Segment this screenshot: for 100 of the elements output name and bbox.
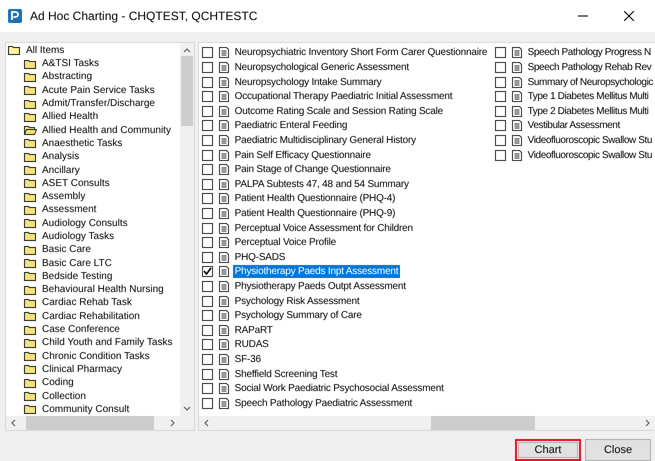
form-item[interactable]: Occupational Therapy Paediatric Initial Assessment xyxy=(232,90,454,104)
checkbox[interactable] xyxy=(494,120,506,132)
form-item[interactable]: Physiotherapy Paeds Inpt Assessment xyxy=(232,265,400,278)
tree-item[interactable]: Basic Care LTC xyxy=(8,256,180,270)
tree-item[interactable]: A&TSI Tasks xyxy=(8,56,180,70)
checkbox[interactable] xyxy=(202,383,213,394)
checkbox[interactable] xyxy=(202,368,213,380)
tree-item[interactable]: Basic Care xyxy=(8,243,180,256)
tree-item[interactable]: Community Consult xyxy=(8,402,180,416)
form-item[interactable]: RUDAS xyxy=(232,338,271,352)
checkbox[interactable] xyxy=(494,106,506,117)
checkbox[interactable] xyxy=(202,266,213,278)
tree-item[interactable]: Ancillary xyxy=(8,163,180,177)
tree-item[interactable]: Child Youth and Family Tasks xyxy=(8,336,180,350)
tree-item[interactable]: Cardiac Rehabilitation xyxy=(8,310,180,323)
checkbox[interactable] xyxy=(202,339,213,350)
checkbox[interactable] xyxy=(494,91,506,102)
form-item[interactable]: PALPA Subtests 47, 48 and 54 Summary xyxy=(232,178,411,191)
checkbox[interactable] xyxy=(202,296,213,307)
checkbox[interactable] xyxy=(202,106,213,117)
checkbox[interactable] xyxy=(202,193,213,204)
tree-item[interactable]: Chronic Condition Tasks xyxy=(8,350,180,363)
scroll-thumb[interactable] xyxy=(430,416,535,430)
checkbox[interactable] xyxy=(202,310,213,322)
form-item[interactable]: Speech Pathology Rehab Rev xyxy=(526,61,654,74)
checkbox[interactable] xyxy=(202,252,213,263)
tree-item[interactable]: Abstracting xyxy=(8,70,180,84)
tree-item[interactable]: Admit/Transfer/Discharge xyxy=(8,96,180,110)
form-item[interactable]: Patient Health Questionnaire (PHQ-9) xyxy=(232,207,398,220)
checkbox[interactable] xyxy=(202,178,213,190)
form-item[interactable]: Sheffield Screening Test xyxy=(232,368,340,381)
form-item[interactable]: Speech Pathology Paediatric Assessment xyxy=(232,396,414,410)
checkbox[interactable] xyxy=(202,354,213,365)
tree-item[interactable]: Allied Health and Community xyxy=(8,123,180,137)
form-item[interactable]: Neuropsychological Generic Assessment xyxy=(232,61,411,74)
checkbox[interactable] xyxy=(202,222,213,234)
form-item[interactable]: Patient Health Questionnaire (PHQ-4) xyxy=(232,192,398,206)
checkbox[interactable] xyxy=(202,91,213,102)
form-item[interactable]: Social Work Paediatric Psychosocial Assessment xyxy=(232,382,446,396)
form-item[interactable]: Psychology Risk Assessment xyxy=(232,294,362,308)
checkbox[interactable] xyxy=(202,398,213,409)
form-item[interactable]: Videofluoroscopic Swallow Stu xyxy=(526,134,654,148)
checkbox[interactable] xyxy=(202,150,213,161)
checkbox[interactable] xyxy=(202,324,213,336)
tree-item[interactable]: Cardiac Rehab Task xyxy=(8,296,180,310)
vertical-scrollbar[interactable] xyxy=(180,42,194,416)
form-item[interactable]: SF-36 xyxy=(232,352,263,366)
checkbox[interactable] xyxy=(202,280,213,292)
tree-item[interactable]: Allied Health xyxy=(8,110,180,124)
form-item[interactable]: Type 2 Diabetes Mellitus Multi xyxy=(526,104,650,118)
form-item[interactable]: Neuropsychology Intake Summary xyxy=(232,76,384,89)
form-item[interactable]: Vestibular Assessment xyxy=(526,119,622,132)
checkbox[interactable] xyxy=(494,47,506,58)
form-item[interactable]: Pain Self Efficacy Questionnaire xyxy=(232,148,373,162)
form-item[interactable]: Physiotherapy Paeds Outpt Assessment xyxy=(232,280,408,293)
tree-item[interactable]: Collection xyxy=(8,389,180,403)
tree-item[interactable]: Audiology Consults xyxy=(8,216,180,230)
tree-item[interactable]: All Items xyxy=(8,44,180,57)
checkbox[interactable] xyxy=(202,208,213,220)
scroll-down-icon[interactable] xyxy=(182,406,191,412)
checkbox[interactable] xyxy=(202,237,213,248)
form-item[interactable]: RAPaRT xyxy=(232,324,275,337)
scroll-thumb[interactable] xyxy=(180,56,193,126)
horizontal-scrollbar[interactable] xyxy=(6,416,194,430)
scroll-up-icon[interactable] xyxy=(182,46,191,53)
tree-item[interactable]: Assembly xyxy=(8,190,180,204)
tree-item[interactable]: Acute Pain Service Tasks xyxy=(8,84,180,97)
tree-item[interactable]: Coding xyxy=(8,376,180,390)
checkbox[interactable] xyxy=(202,120,213,132)
scroll-thumb[interactable] xyxy=(26,416,154,430)
tree-item[interactable]: Analysis xyxy=(8,150,180,164)
checkbox[interactable] xyxy=(494,62,506,74)
form-item[interactable]: Summary of Neuropsychologic xyxy=(526,76,655,89)
form-item[interactable]: Type 1 Diabetes Mellitus Multi xyxy=(526,90,650,104)
checkbox[interactable] xyxy=(494,150,506,161)
form-item[interactable]: Videofluoroscopic Swallow Stu xyxy=(526,148,654,162)
close-icon[interactable] xyxy=(624,10,634,21)
checkbox[interactable] xyxy=(202,76,213,88)
form-item[interactable]: Speech Pathology Progress N xyxy=(526,46,653,60)
form-item[interactable]: Paediatric Enteral Feeding xyxy=(232,119,350,132)
tree-item[interactable]: Bedside Testing xyxy=(8,270,180,284)
tree-item[interactable]: Case Conference xyxy=(8,322,180,336)
form-item[interactable]: Psychology Summary of Care xyxy=(232,309,364,322)
scroll-right-icon[interactable] xyxy=(645,419,651,427)
tree-item[interactable]: Clinical Pharmacy xyxy=(8,362,180,376)
scroll-left-icon[interactable] xyxy=(202,419,209,427)
close-button[interactable]: Close xyxy=(585,439,651,461)
tree-item[interactable]: Assessment xyxy=(8,203,180,217)
form-item[interactable]: Pain Stage of Change Questionnaire xyxy=(232,163,393,176)
checkbox[interactable] xyxy=(494,76,506,88)
tree-item[interactable]: Behavioural Health Nursing xyxy=(8,283,180,296)
chart-button[interactable]: Chart xyxy=(515,439,581,461)
checkbox[interactable] xyxy=(494,135,506,146)
tree-item[interactable]: Audiology Tasks xyxy=(8,230,180,244)
form-item[interactable]: PHQ-SADS xyxy=(232,250,288,264)
checkbox[interactable] xyxy=(202,135,213,146)
horizontal-scrollbar[interactable] xyxy=(198,416,655,430)
checkbox[interactable] xyxy=(202,62,213,74)
checkbox[interactable] xyxy=(202,164,213,176)
scroll-right-icon[interactable] xyxy=(170,419,176,427)
